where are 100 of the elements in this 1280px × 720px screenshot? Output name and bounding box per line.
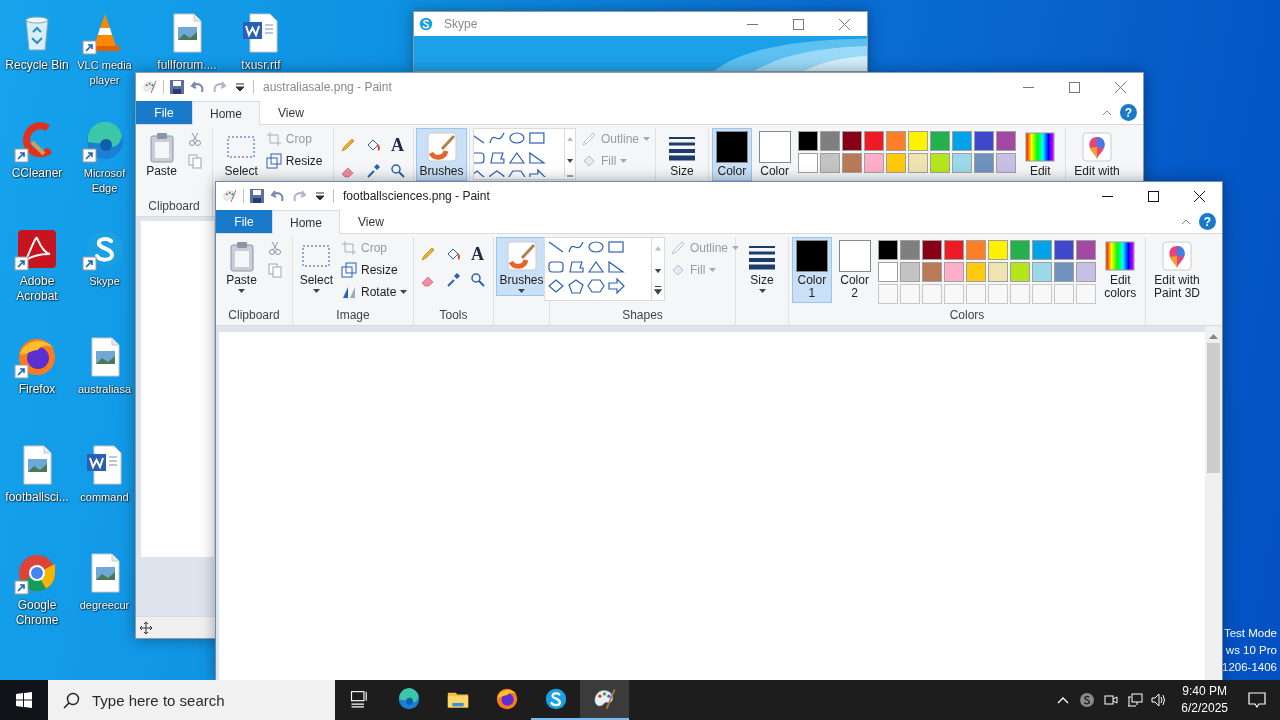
edit-colors-button[interactable]: Edit colors bbox=[1098, 237, 1142, 303]
copy-icon[interactable] bbox=[266, 262, 283, 278]
color-swatch[interactable] bbox=[951, 153, 972, 173]
magnifier-icon[interactable] bbox=[469, 272, 486, 288]
custom-color-slot[interactable] bbox=[1009, 284, 1030, 304]
color-swatch[interactable] bbox=[929, 131, 950, 151]
clock[interactable]: 9:40 PM 6/2/2025 bbox=[1171, 683, 1234, 717]
color-swatch[interactable] bbox=[995, 153, 1016, 173]
start-button[interactable] bbox=[0, 680, 48, 720]
custom-color-slot[interactable] bbox=[921, 284, 942, 304]
color-2-button[interactable]: Color bbox=[754, 128, 795, 181]
color-swatch[interactable] bbox=[921, 240, 942, 260]
edit-colors-button[interactable]: Edit bbox=[1018, 128, 1062, 181]
color-swatch[interactable] bbox=[929, 153, 950, 173]
paste-button[interactable]: Paste bbox=[222, 237, 261, 296]
search-input[interactable]: Type here to search bbox=[92, 691, 322, 709]
size-button[interactable]: Size bbox=[743, 237, 781, 296]
color-swatch[interactable] bbox=[907, 131, 928, 151]
custom-color-slot[interactable] bbox=[899, 284, 920, 304]
vertical-scrollbar[interactable] bbox=[1205, 326, 1222, 680]
ribbon-button[interactable]: Resize bbox=[263, 150, 325, 172]
color-swatch[interactable] bbox=[841, 153, 862, 173]
color-swatch[interactable] bbox=[965, 240, 986, 260]
color-swatch[interactable] bbox=[943, 262, 964, 282]
color-swatch[interactable] bbox=[819, 131, 840, 151]
color-swatch[interactable] bbox=[885, 153, 906, 173]
s-circle-icon[interactable] bbox=[1079, 692, 1096, 708]
color-swatch[interactable] bbox=[1009, 240, 1030, 260]
gallery-scroll-arrows[interactable] bbox=[651, 238, 664, 300]
color-swatch[interactable] bbox=[973, 131, 994, 151]
save-icon[interactable] bbox=[249, 188, 265, 204]
select-button[interactable]: Select bbox=[221, 128, 261, 181]
color-swatch[interactable] bbox=[1075, 240, 1096, 260]
select-button[interactable]: Select bbox=[296, 237, 336, 296]
color-swatch[interactable] bbox=[885, 131, 906, 151]
color-2-button[interactable]: Color 2 bbox=[834, 237, 875, 303]
camera-icon[interactable] bbox=[1103, 692, 1120, 708]
copy-icon[interactable] bbox=[186, 153, 203, 169]
color-swatch[interactable] bbox=[1009, 262, 1030, 282]
scissors-icon[interactable] bbox=[186, 131, 203, 147]
undo-icon[interactable] bbox=[190, 79, 206, 95]
color-swatch[interactable] bbox=[1053, 240, 1074, 260]
scroll-up-icon[interactable] bbox=[1209, 334, 1218, 339]
search-field[interactable]: Type here to search bbox=[48, 680, 335, 720]
ribbon-tab[interactable]: Home bbox=[272, 210, 340, 234]
color-swatch[interactable] bbox=[877, 262, 898, 282]
paint-3d-button[interactable]: Edit with Paint 3D bbox=[1149, 237, 1205, 303]
brushes-button[interactable]: Brushes bbox=[416, 128, 467, 181]
collapse-ribbon-icon[interactable] bbox=[1102, 109, 1112, 116]
save-icon[interactable] bbox=[169, 79, 185, 95]
scissors-icon[interactable] bbox=[266, 240, 283, 256]
color-swatch[interactable] bbox=[1053, 262, 1074, 282]
color-swatch[interactable] bbox=[943, 240, 964, 260]
volume-icon[interactable] bbox=[1151, 692, 1168, 708]
color-1-button[interactable]: Color 1 bbox=[792, 237, 832, 303]
collapse-ribbon-icon[interactable] bbox=[1181, 218, 1191, 225]
ribbon-tab[interactable]: View bbox=[340, 210, 402, 233]
custom-color-slot[interactable] bbox=[965, 284, 986, 304]
text-tool-button[interactable]: A bbox=[386, 134, 409, 156]
notifications-icon[interactable] bbox=[1248, 691, 1266, 709]
color-swatch[interactable] bbox=[899, 262, 920, 282]
close-icon[interactable] bbox=[1193, 190, 1205, 202]
color-swatch[interactable] bbox=[797, 153, 818, 173]
ribbon-button[interactable]: Resize bbox=[339, 259, 410, 281]
ribbon-button[interactable]: Rotate bbox=[339, 281, 410, 303]
custom-color-slot[interactable] bbox=[943, 284, 964, 304]
custom-color-slot[interactable] bbox=[877, 284, 898, 304]
color-swatch[interactable] bbox=[863, 153, 884, 173]
color-swatch[interactable] bbox=[987, 240, 1008, 260]
color-swatch[interactable] bbox=[841, 131, 862, 151]
color-swatch[interactable] bbox=[877, 240, 898, 260]
undo-icon[interactable] bbox=[270, 188, 286, 204]
color-1-button[interactable]: Color bbox=[712, 128, 752, 181]
file-menu-tab[interactable]: File bbox=[216, 210, 272, 233]
color-swatch[interactable] bbox=[1031, 262, 1052, 282]
size-button[interactable]: Size bbox=[663, 128, 701, 181]
help-button[interactable]: ? bbox=[1120, 104, 1137, 121]
magnifier-icon[interactable] bbox=[389, 163, 406, 179]
text-tool-button[interactable]: A bbox=[466, 243, 489, 265]
color-swatch[interactable] bbox=[973, 153, 994, 173]
color-swatch[interactable] bbox=[899, 240, 920, 260]
custom-color-slot[interactable] bbox=[1031, 284, 1052, 304]
file-menu-tab[interactable]: File bbox=[136, 101, 192, 124]
custom-color-slot[interactable] bbox=[1053, 284, 1074, 304]
pencil-icon[interactable] bbox=[339, 137, 356, 153]
paste-button[interactable]: Paste bbox=[142, 128, 181, 181]
ribbon-tab[interactable]: View bbox=[260, 101, 322, 124]
color-swatch[interactable] bbox=[907, 153, 928, 173]
network-icon[interactable] bbox=[1127, 692, 1144, 708]
color-swatch[interactable] bbox=[863, 131, 884, 151]
color-swatch[interactable] bbox=[921, 262, 942, 282]
pencil-icon[interactable] bbox=[419, 246, 436, 262]
color-swatch[interactable] bbox=[987, 262, 1008, 282]
maximize-icon[interactable] bbox=[1147, 190, 1159, 202]
custom-color-slot[interactable] bbox=[987, 284, 1008, 304]
brushes-button[interactable]: Brushes bbox=[496, 237, 547, 296]
ribbon-tab[interactable]: Home bbox=[192, 101, 260, 125]
color-swatch[interactable] bbox=[1075, 262, 1096, 282]
color-swatch[interactable] bbox=[797, 131, 818, 151]
color-swatch[interactable] bbox=[995, 131, 1016, 151]
